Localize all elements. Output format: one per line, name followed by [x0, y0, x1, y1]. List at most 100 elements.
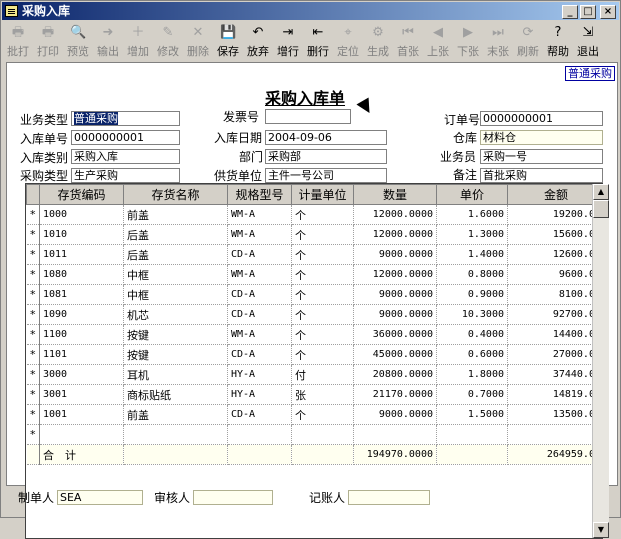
- item-name-cell[interactable]: 中框: [123, 284, 228, 305]
- spec-cell[interactable]: CD-A: [227, 404, 292, 425]
- empty-cell[interactable]: [507, 424, 602, 445]
- unit-cell[interactable]: 个: [291, 404, 354, 425]
- exit-button[interactable]: ⇲ 退出: [573, 22, 603, 60]
- item-name-cell[interactable]: 前盖: [123, 204, 228, 225]
- amount-cell[interactable]: 92700.00: [507, 304, 602, 325]
- spec-cell[interactable]: CD-A: [227, 244, 292, 265]
- item-name-cell[interactable]: 机芯: [123, 304, 228, 325]
- quantity-cell[interactable]: 12000.0000: [353, 204, 437, 225]
- unit-price-cell[interactable]: 1.4000: [436, 244, 508, 265]
- empty-cell[interactable]: [39, 424, 124, 445]
- spec-cell[interactable]: WM-A: [227, 324, 292, 345]
- line-items-grid[interactable]: 存货编码 存货名称 规格型号 计量单位 数量 单价 金额 * 1000 前盖 WM-A…: [25, 183, 603, 539]
- column-header[interactable]: 数量: [353, 184, 437, 205]
- unit-cell[interactable]: 个: [291, 344, 354, 365]
- spec-cell[interactable]: WM-A: [227, 264, 292, 285]
- item-code-cell[interactable]: 1011: [39, 244, 124, 265]
- minimize-button[interactable]: _: [562, 5, 578, 19]
- order-no-field[interactable]: 0000000001: [480, 111, 603, 126]
- table-row[interactable]: * 1101 按键 CD-A 个 45000.0000 0.6000 27000.00: [26, 344, 602, 365]
- supplier-field[interactable]: 主件一号公司: [265, 168, 387, 183]
- scroll-up-icon[interactable]: ▲: [593, 184, 609, 200]
- spec-cell[interactable]: WM-A: [227, 204, 292, 225]
- table-row[interactable]: * 1081 中框 CD-A 个 9000.0000 0.9000 8100.00: [26, 284, 602, 305]
- item-name-cell[interactable]: 中框: [123, 264, 228, 285]
- scroll-down-icon[interactable]: ▼: [593, 522, 609, 538]
- amount-cell[interactable]: 27000.00: [507, 344, 602, 365]
- quantity-cell[interactable]: 12000.0000: [353, 224, 437, 245]
- reviewer-field[interactable]: [193, 490, 273, 505]
- quantity-cell[interactable]: 9000.0000: [353, 304, 437, 325]
- in-category-field[interactable]: 采购入库: [71, 149, 180, 164]
- item-code-cell[interactable]: 1001: [39, 404, 124, 425]
- item-name-cell[interactable]: 后盖: [123, 224, 228, 245]
- unit-cell[interactable]: 个: [291, 264, 354, 285]
- item-code-cell[interactable]: 1000: [39, 204, 124, 225]
- unit-cell[interactable]: 个: [291, 244, 354, 265]
- quantity-cell[interactable]: 36000.0000: [353, 324, 437, 345]
- column-header[interactable]: 存货名称: [123, 184, 228, 205]
- quantity-cell[interactable]: 21170.0000: [353, 384, 437, 405]
- unit-price-cell[interactable]: 10.3000: [436, 304, 508, 325]
- table-row[interactable]: * 1011 后盖 CD-A 个 9000.0000 1.4000 12600.00: [26, 244, 602, 265]
- spec-cell[interactable]: CD-A: [227, 344, 292, 365]
- unit-price-cell[interactable]: 0.8000: [436, 264, 508, 285]
- amount-cell[interactable]: 12600.00: [507, 244, 602, 265]
- item-code-cell[interactable]: 1010: [39, 224, 124, 245]
- empty-cell[interactable]: [227, 424, 292, 445]
- item-code-cell[interactable]: 1101: [39, 344, 124, 365]
- table-row[interactable]: * 1080 中框 WM-A 个 12000.0000 0.8000 9600.00: [26, 264, 602, 285]
- item-name-cell[interactable]: 按键: [123, 344, 228, 365]
- empty-cell[interactable]: [291, 424, 354, 445]
- amount-cell[interactable]: 14400.00: [507, 324, 602, 345]
- column-header[interactable]: 计量单位: [291, 184, 354, 205]
- quantity-cell[interactable]: 20800.0000: [353, 364, 437, 385]
- unit-price-cell[interactable]: 1.3000: [436, 224, 508, 245]
- unit-price-cell[interactable]: 0.6000: [436, 344, 508, 365]
- item-code-cell[interactable]: 3000: [39, 364, 124, 385]
- unit-cell[interactable]: 张: [291, 384, 354, 405]
- grid-vertical-scrollbar[interactable]: ▲ ▼: [592, 184, 609, 538]
- dept-field[interactable]: 采购部: [265, 149, 387, 164]
- unit-price-cell[interactable]: 0.9000: [436, 284, 508, 305]
- quantity-cell[interactable]: 45000.0000: [353, 344, 437, 365]
- quantity-cell[interactable]: 9000.0000: [353, 404, 437, 425]
- table-row[interactable]: * 3000 耳机 HY-A 付 20800.0000 1.8000 37440.00: [26, 364, 602, 385]
- quantity-cell[interactable]: 12000.0000: [353, 264, 437, 285]
- item-code-cell[interactable]: 3001: [39, 384, 124, 405]
- item-name-cell[interactable]: 耳机: [123, 364, 228, 385]
- maximize-button[interactable]: □: [580, 5, 596, 19]
- item-code-cell[interactable]: 1081: [39, 284, 124, 305]
- unit-cell[interactable]: 个: [291, 224, 354, 245]
- empty-cell[interactable]: [123, 424, 228, 445]
- unit-cell[interactable]: 个: [291, 284, 354, 305]
- item-code-cell[interactable]: 1090: [39, 304, 124, 325]
- amount-cell[interactable]: 15600.00: [507, 224, 602, 245]
- spec-cell[interactable]: CD-A: [227, 284, 292, 305]
- amount-cell[interactable]: 19200.00: [507, 204, 602, 225]
- unit-price-cell[interactable]: 1.6000: [436, 204, 508, 225]
- amount-cell[interactable]: 9600.00: [507, 264, 602, 285]
- item-name-cell[interactable]: 按键: [123, 324, 228, 345]
- amount-cell[interactable]: 8100.00: [507, 284, 602, 305]
- invoice-no-field[interactable]: [265, 109, 351, 124]
- unit-price-cell[interactable]: 0.7000: [436, 384, 508, 405]
- unit-cell[interactable]: 付: [291, 364, 354, 385]
- remark-field[interactable]: 首批采购: [480, 168, 603, 183]
- biz-type-field[interactable]: 普通采购: [71, 111, 180, 126]
- empty-cell[interactable]: [436, 424, 508, 445]
- table-row[interactable]: * 1100 按键 WM-A 个 36000.0000 0.4000 14400.00: [26, 324, 602, 345]
- unit-cell[interactable]: 个: [291, 204, 354, 225]
- table-row[interactable]: * 1000 前盖 WM-A 个 12000.0000 1.6000 19200.00: [26, 204, 602, 225]
- close-button[interactable]: ×: [600, 5, 616, 19]
- table-row[interactable]: * 1090 机芯 CD-A 个 9000.0000 10.3000 92700.00: [26, 304, 602, 325]
- spec-cell[interactable]: HY-A: [227, 384, 292, 405]
- new-row[interactable]: *: [26, 424, 602, 445]
- amount-cell[interactable]: 37440.00: [507, 364, 602, 385]
- quantity-cell[interactable]: 9000.0000: [353, 284, 437, 305]
- in-date-field[interactable]: 2004-09-06: [265, 130, 387, 145]
- quantity-cell[interactable]: 9000.0000: [353, 244, 437, 265]
- purchase-type-field[interactable]: 生产采购: [71, 168, 180, 183]
- maker-field[interactable]: SEA: [57, 490, 143, 505]
- amount-cell[interactable]: 14819.00: [507, 384, 602, 405]
